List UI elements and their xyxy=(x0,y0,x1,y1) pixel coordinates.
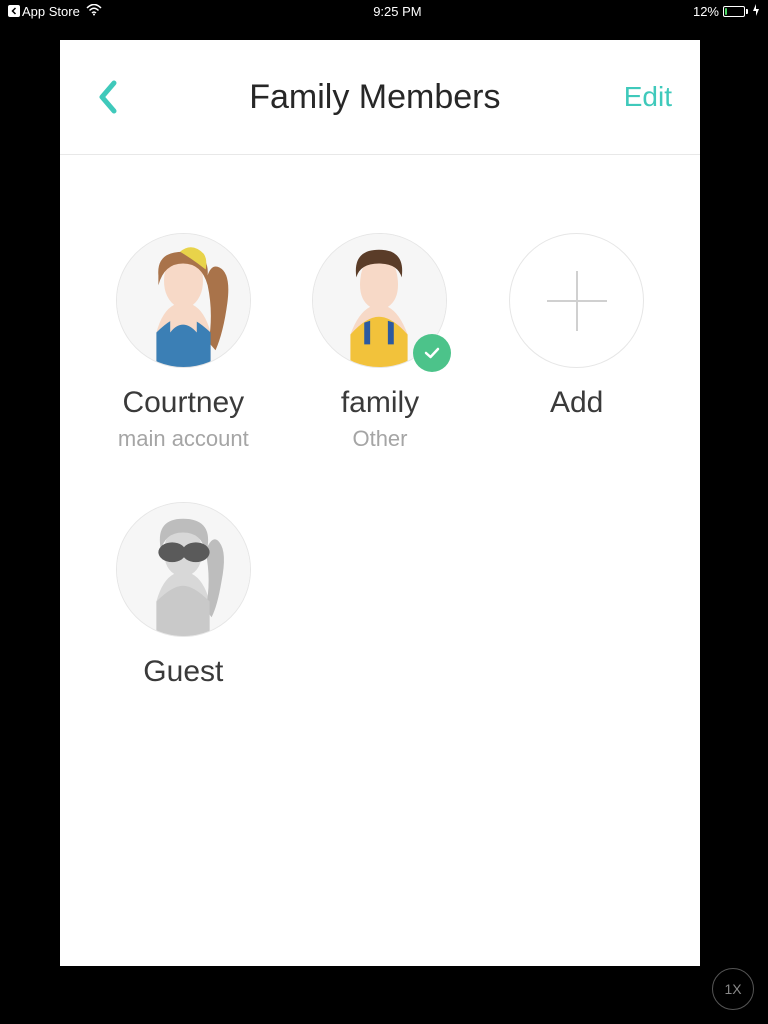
avatar xyxy=(116,502,251,637)
add-label: Add xyxy=(550,386,603,420)
member-name: family xyxy=(341,386,419,420)
status-time: 9:25 PM xyxy=(373,4,421,19)
avatar xyxy=(116,233,251,368)
battery-percent: 12% xyxy=(693,4,719,19)
chevron-left-icon xyxy=(96,79,118,115)
nav-bar: Family Members Edit xyxy=(60,40,700,155)
add-member-button[interactable]: Add xyxy=(483,233,670,452)
edit-button[interactable]: Edit xyxy=(624,81,672,113)
member-subtitle: main account xyxy=(118,426,249,452)
scale-indicator[interactable]: 1X xyxy=(712,968,754,1010)
back-button[interactable] xyxy=(88,78,126,116)
members-grid: Courtney main account family xyxy=(60,155,700,689)
charging-icon xyxy=(752,4,760,19)
back-to-app-label: App Store xyxy=(22,4,80,19)
back-to-app[interactable]: App Store xyxy=(8,4,80,19)
app-window: Family Members Edit Courtney main accou xyxy=(60,40,700,966)
member-courtney[interactable]: Courtney main account xyxy=(90,233,277,452)
wifi-icon xyxy=(86,4,102,19)
status-bar: App Store 9:25 PM 12% xyxy=(0,0,768,22)
member-family[interactable]: family Other xyxy=(287,233,474,452)
page-title: Family Members xyxy=(249,78,500,117)
member-name: Courtney xyxy=(122,386,244,420)
plus-icon xyxy=(509,233,644,368)
member-name: Guest xyxy=(143,655,223,689)
status-right: 12% xyxy=(693,4,760,19)
battery-icon xyxy=(723,6,748,17)
status-left: App Store xyxy=(8,4,102,19)
check-icon xyxy=(413,334,451,372)
member-guest[interactable]: Guest xyxy=(90,502,277,689)
member-subtitle: Other xyxy=(352,426,407,452)
